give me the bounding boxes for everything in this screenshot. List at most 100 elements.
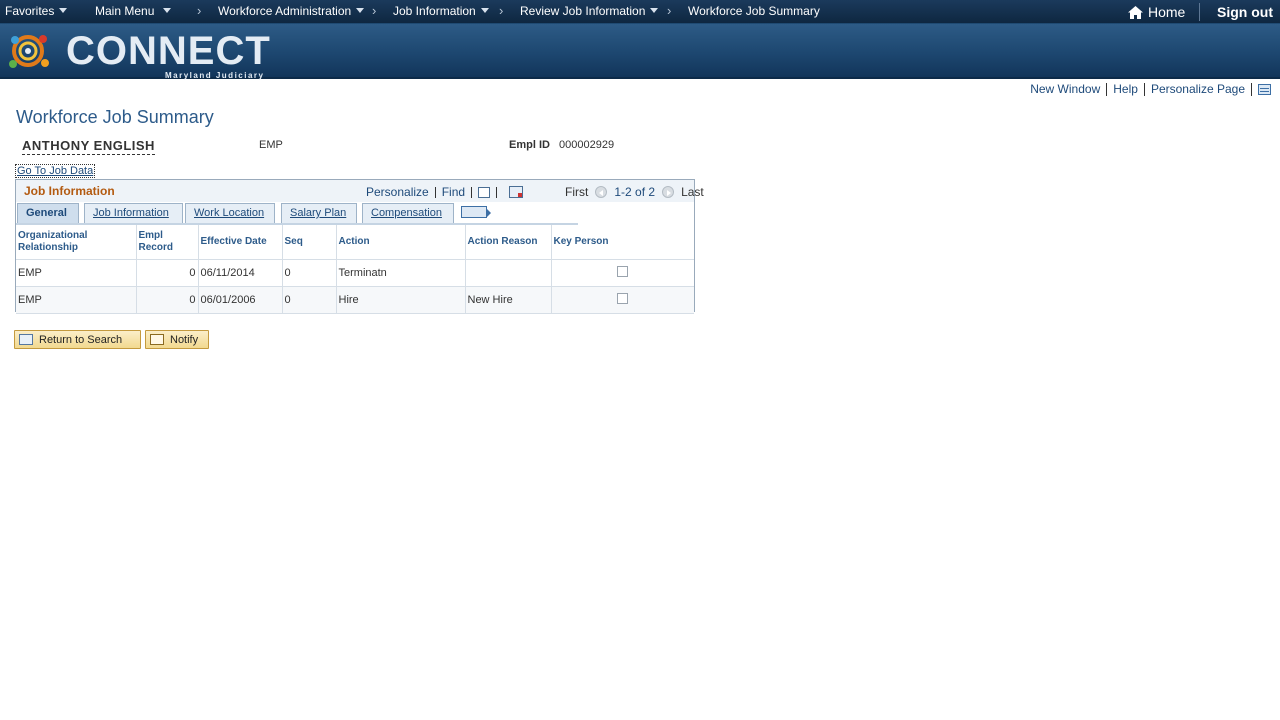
action-cell: Terminatn	[336, 259, 466, 287]
job-information-grid: Job Information Personalize Find First 1…	[15, 179, 704, 314]
breadcrumb-label: Job Information	[393, 4, 476, 18]
job-data-table: Organizational Relationship Empl Record …	[16, 225, 694, 314]
show-all-columns-icon[interactable]	[461, 206, 491, 218]
breadcrumb-separator-icon: ›	[667, 3, 672, 18]
breadcrumb-separator-icon: ›	[499, 3, 504, 18]
logo-wordmark: CONNECT	[66, 29, 271, 73]
org-relationship-cell: EMP	[16, 286, 137, 314]
download-excel-icon[interactable]	[509, 186, 524, 198]
link-divider	[1106, 82, 1108, 96]
tab-work-location[interactable]: Work Location	[185, 203, 275, 223]
empl-record-cell: 0	[136, 259, 199, 287]
empl-record-cell: 0	[136, 286, 199, 314]
home-icon	[1128, 5, 1143, 19]
seq-cell: 0	[282, 286, 337, 314]
employee-name[interactable]: ANTHONY ENGLISH	[22, 138, 155, 155]
column-header[interactable]: Seq	[282, 225, 337, 260]
grid-find-link[interactable]: Find	[442, 185, 465, 199]
main-menu[interactable]: Main Menu	[95, 4, 172, 18]
column-header[interactable]: Action Reason	[465, 225, 552, 260]
breadcrumb-review-job-information[interactable]: Review Job Information	[520, 4, 659, 18]
chevron-down-icon	[356, 8, 365, 13]
top-nav-bar: Favorites Main Menu › Workforce Administ…	[0, 0, 1280, 24]
key-person-cell	[551, 286, 694, 314]
breadcrumb-job-information[interactable]: Job Information	[393, 4, 489, 18]
logo-figures-icon	[9, 35, 49, 68]
breadcrumb-workforce-administration[interactable]: Workforce Administration	[218, 4, 365, 18]
return-to-search-button[interactable]: Return to Search	[14, 330, 141, 349]
grid-tabs: General Job Information Work Location Sa…	[17, 203, 577, 223]
grid-title: Job Information	[24, 184, 115, 198]
emplid-label: Empl ID	[509, 139, 550, 151]
employee-type: EMP	[259, 139, 283, 151]
tab-job-information[interactable]: Job Information	[84, 203, 183, 223]
page-utility-links: New Window Help Personalize Page	[1030, 82, 1271, 96]
breadcrumb-label: Review Job Information	[520, 4, 646, 18]
effective-date-cell: 06/11/2014	[198, 259, 283, 287]
org-relationship-cell: EMP	[16, 259, 137, 287]
tab-general[interactable]: General	[17, 203, 79, 223]
toolbar-divider	[496, 186, 498, 198]
nav-divider	[1199, 3, 1200, 21]
previous-row-icon[interactable]	[595, 186, 608, 198]
chevron-down-icon	[59, 8, 68, 13]
breadcrumb-separator-icon: ›	[197, 3, 202, 18]
page-title: Workforce Job Summary	[16, 107, 214, 127]
link-divider	[1251, 82, 1252, 96]
breadcrumb-separator-icon: ›	[372, 3, 377, 18]
tab-compensation[interactable]: Compensation	[362, 203, 454, 223]
view-all-icon[interactable]	[478, 186, 491, 198]
logo-subtitle: Maryland Judiciary	[165, 71, 265, 80]
help-link[interactable]: Help	[1113, 82, 1138, 96]
effective-date-cell: 06/01/2006	[198, 286, 283, 314]
chevron-down-icon	[163, 8, 172, 13]
envelope-icon	[150, 334, 164, 345]
grid-last-link[interactable]: Last	[681, 185, 704, 199]
column-header[interactable]: Key Person	[551, 225, 694, 260]
notify-button[interactable]: Notify	[145, 330, 209, 349]
grid-toolbar: Personalize Find First 1-2 of 2 Last	[366, 185, 704, 199]
column-header[interactable]: Organizational Relationship	[16, 225, 137, 260]
toolbar-divider	[434, 186, 436, 198]
chevron-down-icon	[650, 8, 659, 13]
tab-label: Work Location	[194, 207, 265, 219]
table-row: EMP 0 06/01/2006 0 Hire New Hire	[16, 286, 694, 314]
main-menu-label: Main Menu	[95, 4, 155, 18]
chevron-down-icon	[480, 8, 489, 13]
personalize-page-link[interactable]: Personalize Page	[1151, 82, 1245, 96]
grid-row-range: 1-2 of 2	[614, 185, 656, 199]
next-row-icon[interactable]	[662, 186, 675, 198]
column-header[interactable]: Empl Record	[136, 225, 199, 260]
table-header-row: Organizational Relationship Empl Record …	[16, 225, 694, 260]
key-person-checkbox[interactable]	[617, 292, 629, 304]
grid-first-link[interactable]: First	[565, 185, 588, 199]
column-header[interactable]: Effective Date	[198, 225, 283, 260]
favorites-label: Favorites	[5, 4, 55, 18]
button-label: Notify	[170, 333, 199, 346]
breadcrumb-current: Workforce Job Summary	[688, 4, 820, 18]
new-window-link[interactable]: New Window	[1030, 82, 1100, 96]
grid-header: Job Information Personalize Find First 1…	[16, 180, 704, 202]
tab-label: Job Information	[93, 207, 169, 219]
action-cell: Hire	[336, 286, 466, 314]
header-banner: CONNECT Maryland Judiciary	[0, 24, 1280, 80]
grid-personalize-link[interactable]: Personalize	[366, 185, 429, 199]
seq-cell: 0	[282, 259, 337, 287]
connect-logo: CONNECT Maryland Judiciary	[3, 27, 273, 80]
column-header[interactable]: Action	[336, 225, 466, 260]
action-reason-cell: New Hire	[465, 286, 552, 314]
sign-out-link[interactable]: Sign out	[1217, 4, 1273, 20]
link-divider	[1143, 82, 1145, 96]
home-link[interactable]: Home	[1128, 4, 1185, 20]
button-label: Return to Search	[39, 333, 123, 346]
key-person-checkbox[interactable]	[617, 265, 629, 277]
table-row: EMP 0 06/11/2014 0 Terminatn	[16, 259, 694, 287]
breadcrumb-label: Workforce Administration	[218, 4, 352, 18]
home-label: Home	[1148, 4, 1186, 20]
customize-page-icon[interactable]	[1258, 83, 1271, 95]
favorites-menu[interactable]: Favorites	[5, 4, 68, 18]
tab-salary-plan[interactable]: Salary Plan	[281, 203, 357, 223]
key-person-cell	[551, 259, 694, 287]
tab-label: Compensation	[371, 207, 442, 219]
go-to-job-data-link[interactable]: Go To Job Data	[15, 164, 96, 178]
